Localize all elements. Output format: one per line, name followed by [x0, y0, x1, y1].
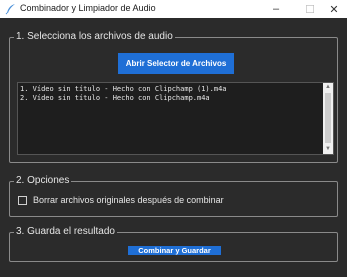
delete-originals-label[interactable]: Borrar archivos originales después de co… [33, 195, 224, 205]
delete-originals-option[interactable]: Borrar archivos originales después de co… [18, 195, 224, 205]
scrollbar-thumb[interactable] [325, 93, 331, 143]
feather-icon [5, 2, 17, 15]
file-list: 1. Vídeo sin título - Hecho con Clipcham… [20, 85, 320, 103]
combine-and-save-button[interactable]: Combinar y Guardar [128, 246, 221, 255]
window-title: Combinador y Limpiador de Audio [20, 3, 156, 13]
title-bar: Combinador y Limpiador de Audio – ☐ ✕ [0, 0, 347, 18]
vertical-scrollbar[interactable]: ▲ ▼ [323, 83, 333, 154]
list-item[interactable]: 2. Vídeo sin título - Hecho con Clipcham… [20, 94, 320, 103]
options-legend: 2. Opciones [14, 174, 72, 188]
delete-originals-checkbox[interactable] [18, 195, 27, 205]
open-file-selector-button[interactable]: Abrir Selector de Archivos [118, 53, 234, 74]
list-item[interactable]: 1. Vídeo sin título - Hecho con Clipcham… [20, 85, 320, 94]
save-group: 3. Guarda el resultado Combinar y Guarda… [9, 225, 338, 262]
file-selection-group: 1. Selecciona los archivos de audio Abri… [9, 30, 338, 163]
close-button[interactable]: ✕ [320, 0, 347, 18]
minimize-button[interactable]: – [262, 0, 290, 18]
options-group: 2. Opciones Borrar archivos originales d… [9, 174, 338, 217]
scroll-down-arrow-icon[interactable]: ▼ [323, 145, 333, 154]
file-selection-legend: 1. Selecciona los archivos de audio [14, 30, 175, 44]
file-listbox[interactable]: 1. Vídeo sin título - Hecho con Clipcham… [17, 82, 334, 155]
save-legend: 3. Guarda el resultado [14, 225, 117, 239]
scroll-up-arrow-icon[interactable]: ▲ [323, 83, 333, 92]
